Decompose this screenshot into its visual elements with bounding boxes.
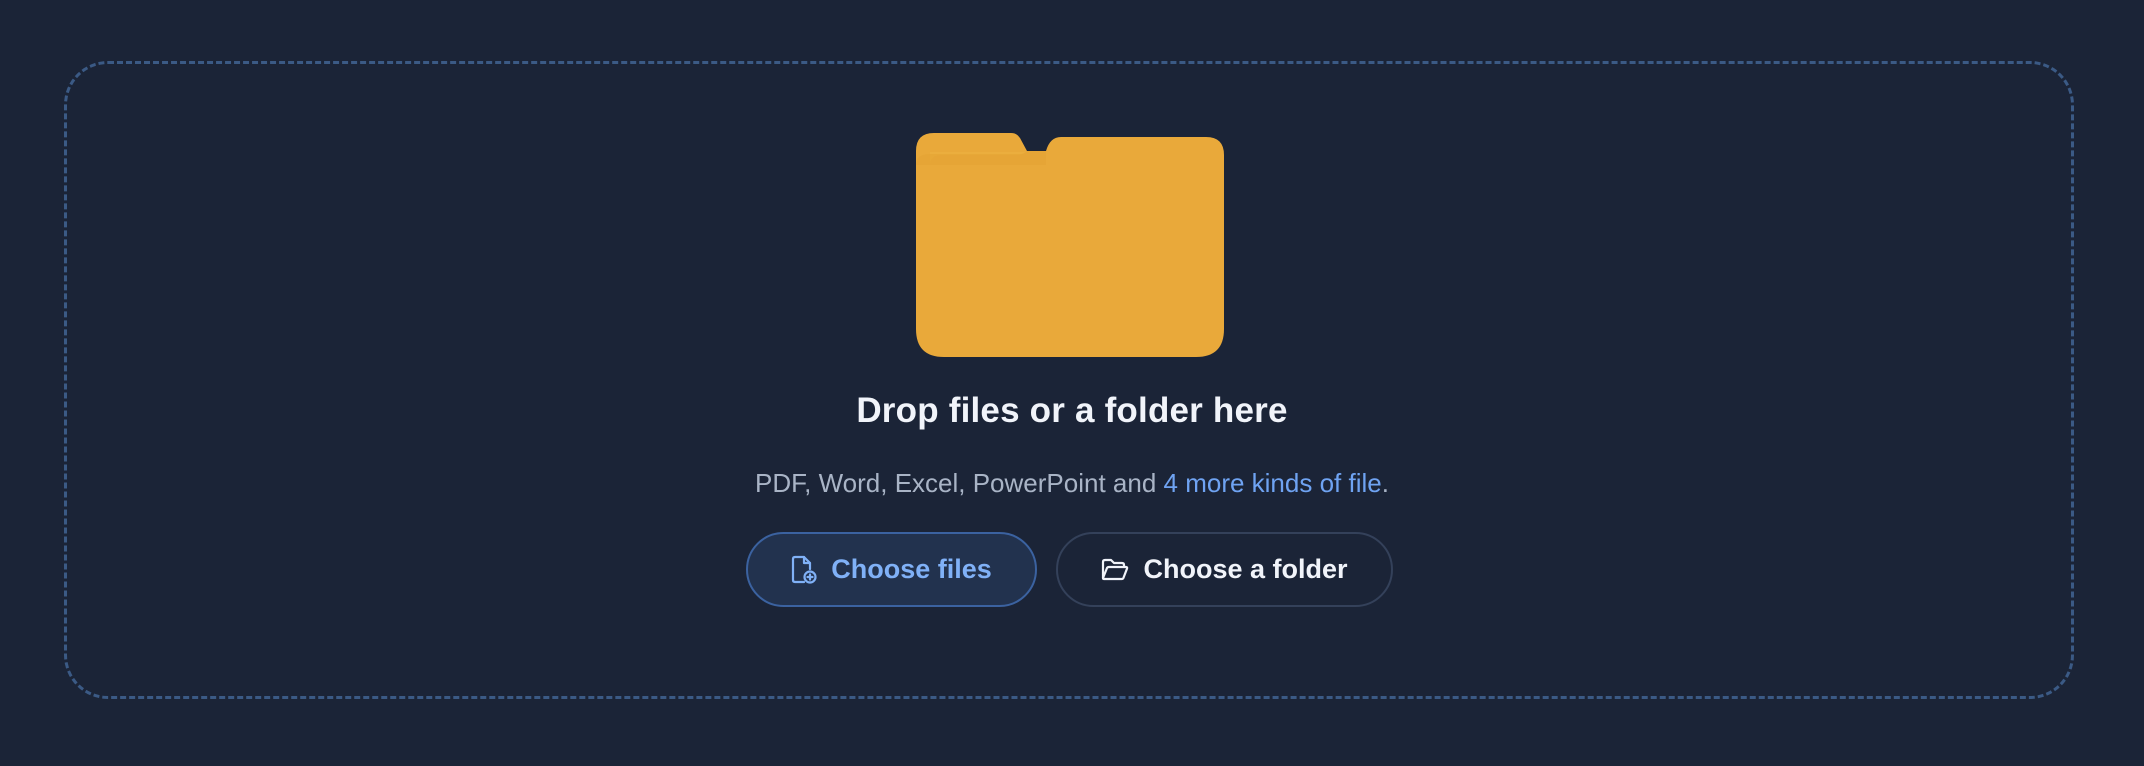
formats-period: . bbox=[1381, 468, 1389, 498]
folder-open-icon bbox=[1102, 558, 1129, 580]
choose-files-label: Choose files bbox=[831, 554, 992, 584]
drop-title: Drop files or a folder here bbox=[856, 391, 1288, 430]
folder-icon bbox=[916, 133, 1224, 357]
choose-files-button[interactable]: Choose files bbox=[746, 532, 1037, 607]
formats-list: PDF, Word, Excel, PowerPoint and bbox=[755, 468, 1164, 498]
supported-formats-text: PDF, Word, Excel, PowerPoint and 4 more … bbox=[0, 466, 2144, 500]
file-add-icon bbox=[792, 555, 817, 584]
choose-folder-button[interactable]: Choose a folder bbox=[1056, 532, 1393, 607]
choose-folder-label: Choose a folder bbox=[1143, 554, 1348, 584]
more-formats-link[interactable]: 4 more kinds of file bbox=[1164, 468, 1382, 498]
